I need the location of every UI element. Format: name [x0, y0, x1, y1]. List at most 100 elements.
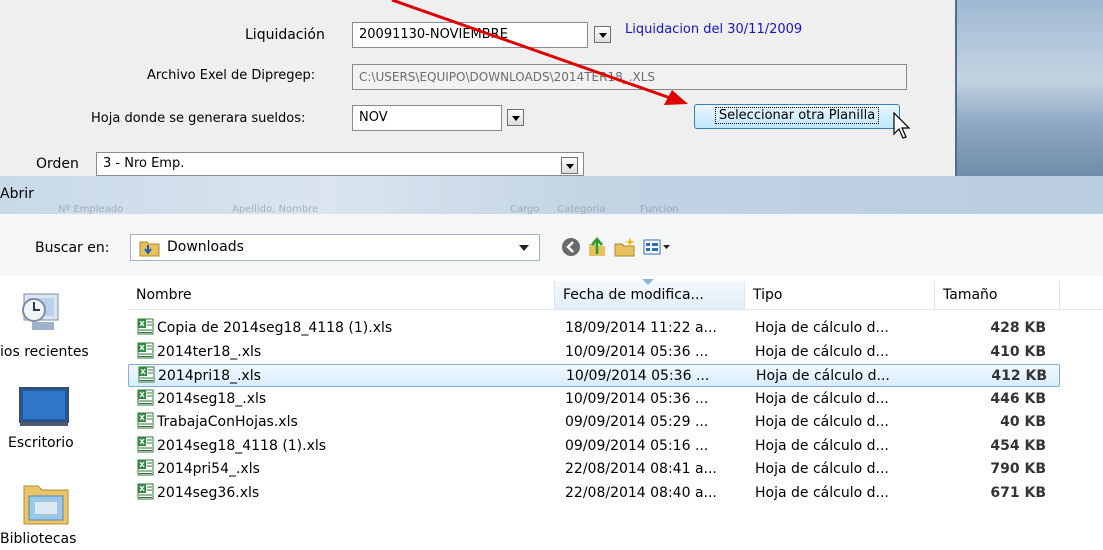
orden-label: Orden: [36, 156, 79, 172]
archivo-path-field[interactable]: C:\USERS\EQUIPO\DOWNLOADS\2014TER18_.XLS: [352, 64, 907, 90]
excel-file-icon: [138, 366, 155, 383]
excel-file-icon: [137, 342, 154, 358]
file-size: 412 KB: [991, 368, 1047, 384]
file-name: 2014pri54_.xls: [157, 461, 260, 477]
file-type: Hoja de cálculo d...: [755, 343, 889, 360]
file-date: 18/09/2014 11:22 a...: [565, 320, 717, 336]
hoja-dropdown-arrow-icon[interactable]: [507, 109, 524, 126]
excel-file-icon: [137, 389, 154, 405]
liquidacion-combo[interactable]: 20091130-NOVIEMBRE: [352, 22, 588, 48]
back-icon[interactable]: [560, 236, 582, 258]
places-recent-label[interactable]: ios recientes: [0, 344, 89, 360]
file-size: 454 KB: [990, 437, 1046, 454]
file-name: Copia de 2014seg18_4118 (1).xls: [157, 320, 393, 336]
file-size: 428 KB: [990, 320, 1046, 336]
sort-indicator-icon: [642, 279, 654, 285]
file-row[interactable]: 2014pri54_.xls 22/08/2014 08:41 a... Hoja …: [128, 458, 1060, 481]
file-name: 2014ter18_.xls: [157, 343, 262, 360]
orden-value: 3 - Nro Emp.: [103, 156, 185, 171]
liquidacion-dropdown-arrow-icon[interactable]: [594, 26, 611, 43]
liquidacion-value: 20091130-NOVIEMBRE: [359, 27, 508, 42]
file-name: 2014seg36.xls: [157, 484, 260, 501]
excel-file-icon: [137, 459, 154, 476]
places-desktop-label[interactable]: Escritorio: [8, 435, 74, 451]
excel-file-icon: [137, 412, 154, 429]
file-date: 09/09/2014 05:29 ...: [565, 414, 709, 430]
orden-dropdown-arrow-icon[interactable]: [561, 157, 578, 174]
file-name-cell: 2014seg18_.xls: [137, 388, 557, 411]
file-row[interactable]: 2014pri18_.xls 10/09/2014 05:36 ... Hoja d…: [128, 364, 1060, 387]
background-sky-image: [955, 0, 1103, 176]
orden-combo[interactable]: 3 - Nro Emp.: [96, 152, 584, 176]
archivo-path-value: C:\USERS\EQUIPO\DOWNLOADS\2014TER18_.XLS: [359, 70, 656, 84]
view-menu-icon[interactable]: [642, 236, 672, 258]
file-date: 22/08/2014 08:41 a...: [565, 461, 717, 477]
file-name-cell: 2014pri54_.xls: [137, 458, 557, 481]
file-list-header: Nombre Fecha de modifica... Tipo Tamaño: [128, 279, 1103, 310]
liquidacion-label: Liquidación: [245, 27, 325, 43]
file-type: Hoja de cálculo d...: [755, 414, 889, 430]
excel-file-icon: [137, 318, 154, 335]
mouse-pointer-icon: [893, 112, 911, 139]
file-type: Hoja de cálculo d...: [755, 390, 889, 407]
file-row[interactable]: TrabajaConHojas.xls 09/09/2014 05:29 ... H…: [128, 411, 1060, 434]
file-type: Hoja de cálculo d...: [756, 368, 890, 384]
dialog-titlebar: Abrir Nº Empleado Apellido, Nombre Cargo…: [0, 176, 1103, 215]
file-size: 671 KB: [990, 484, 1046, 501]
new-folder-icon[interactable]: [613, 236, 637, 258]
payroll-form-panel: Liquidación 20091130-NOVIEMBRE Liquidaci…: [0, 0, 955, 176]
hoja-combo[interactable]: NOV: [352, 105, 502, 131]
location-value: Downloads: [167, 239, 244, 255]
desktop-icon[interactable]: [18, 386, 70, 430]
file-type: Hoja de cálculo d...: [755, 320, 889, 336]
file-date: 10/09/2014 05:36 ...: [565, 390, 709, 407]
file-name-cell: 2014seg18_4118 (1).xls: [137, 435, 557, 458]
file-name: 2014pri18_.xls: [158, 368, 261, 384]
file-size: 40 KB: [1000, 414, 1046, 430]
liquidacion-info-link[interactable]: Liquidacion del 30/11/2009: [625, 22, 802, 37]
recent-places-icon[interactable]: [14, 288, 66, 336]
file-size: 410 KB: [990, 343, 1046, 360]
archivo-label: Archivo Exel de Dipregep:: [147, 68, 316, 83]
file-name: TrabajaConHojas.xls: [157, 414, 298, 430]
file-name-cell: 2014ter18_.xls: [137, 341, 557, 364]
chevron-down-icon[interactable]: [519, 245, 529, 251]
file-size: 446 KB: [990, 390, 1046, 407]
file-type: Hoja de cálculo d...: [755, 484, 889, 501]
up-folder-icon[interactable]: [586, 236, 608, 258]
dialog-title: Abrir: [0, 186, 34, 202]
buscar-en-label: Buscar en:: [35, 240, 110, 256]
file-type: Hoja de cálculo d...: [755, 461, 889, 477]
file-row[interactable]: 2014ter18_.xls 10/09/2014 05:36 ... Hoja d…: [128, 341, 1060, 364]
file-row[interactable]: 2014seg36.xls 22/08/2014 08:40 a... Hoja d…: [128, 482, 1060, 505]
file-date: 22/08/2014 08:40 a...: [565, 484, 717, 501]
file-row[interactable]: 2014seg18_.xls 10/09/2014 05:36 ... Hoja d…: [128, 388, 1060, 411]
file-date: 10/09/2014 05:36 ...: [566, 368, 710, 384]
file-name: 2014seg18_4118 (1).xls: [157, 437, 327, 454]
excel-file-icon: [137, 436, 154, 452]
file-name: 2014seg18_.xls: [157, 390, 267, 407]
places-libraries-label[interactable]: Bibliotecas: [0, 531, 76, 547]
file-size: 790 KB: [990, 461, 1046, 477]
select-other-sheet-label: Seleccionar otra Planilla: [714, 107, 880, 124]
hoja-value: NOV: [359, 110, 388, 125]
hoja-label: Hoja donde se generara sueldos:: [91, 111, 306, 126]
file-name-cell: 2014seg36.xls: [137, 482, 557, 505]
column-header-type[interactable]: Tipo: [745, 281, 935, 309]
file-date: 10/09/2014 05:36 ...: [565, 343, 709, 360]
location-combo[interactable]: Downloads: [130, 234, 540, 261]
file-type: Hoja de cálculo d...: [755, 437, 889, 454]
column-header-name[interactable]: Nombre: [128, 281, 555, 309]
downloads-folder-icon: [139, 241, 160, 257]
excel-file-icon: [137, 483, 154, 499]
column-header-date[interactable]: Fecha de modifica...: [555, 281, 745, 309]
libraries-icon[interactable]: [20, 476, 72, 528]
file-date: 09/09/2014 05:16 ...: [565, 437, 709, 454]
file-name-cell: Copia de 2014seg18_4118 (1).xls: [137, 317, 557, 340]
select-other-sheet-button[interactable]: Seleccionar otra Planilla: [694, 104, 900, 129]
column-header-size[interactable]: Tamaño: [935, 281, 1060, 309]
file-name-cell: TrabajaConHojas.xls: [137, 411, 557, 434]
file-row[interactable]: 2014seg18_4118 (1).xls 09/09/2014 05:16 .…: [128, 435, 1060, 458]
file-row[interactable]: Copia de 2014seg18_4118 (1).xls 18/09/201…: [128, 317, 1060, 340]
file-name-cell: 2014pri18_.xls: [138, 365, 558, 388]
